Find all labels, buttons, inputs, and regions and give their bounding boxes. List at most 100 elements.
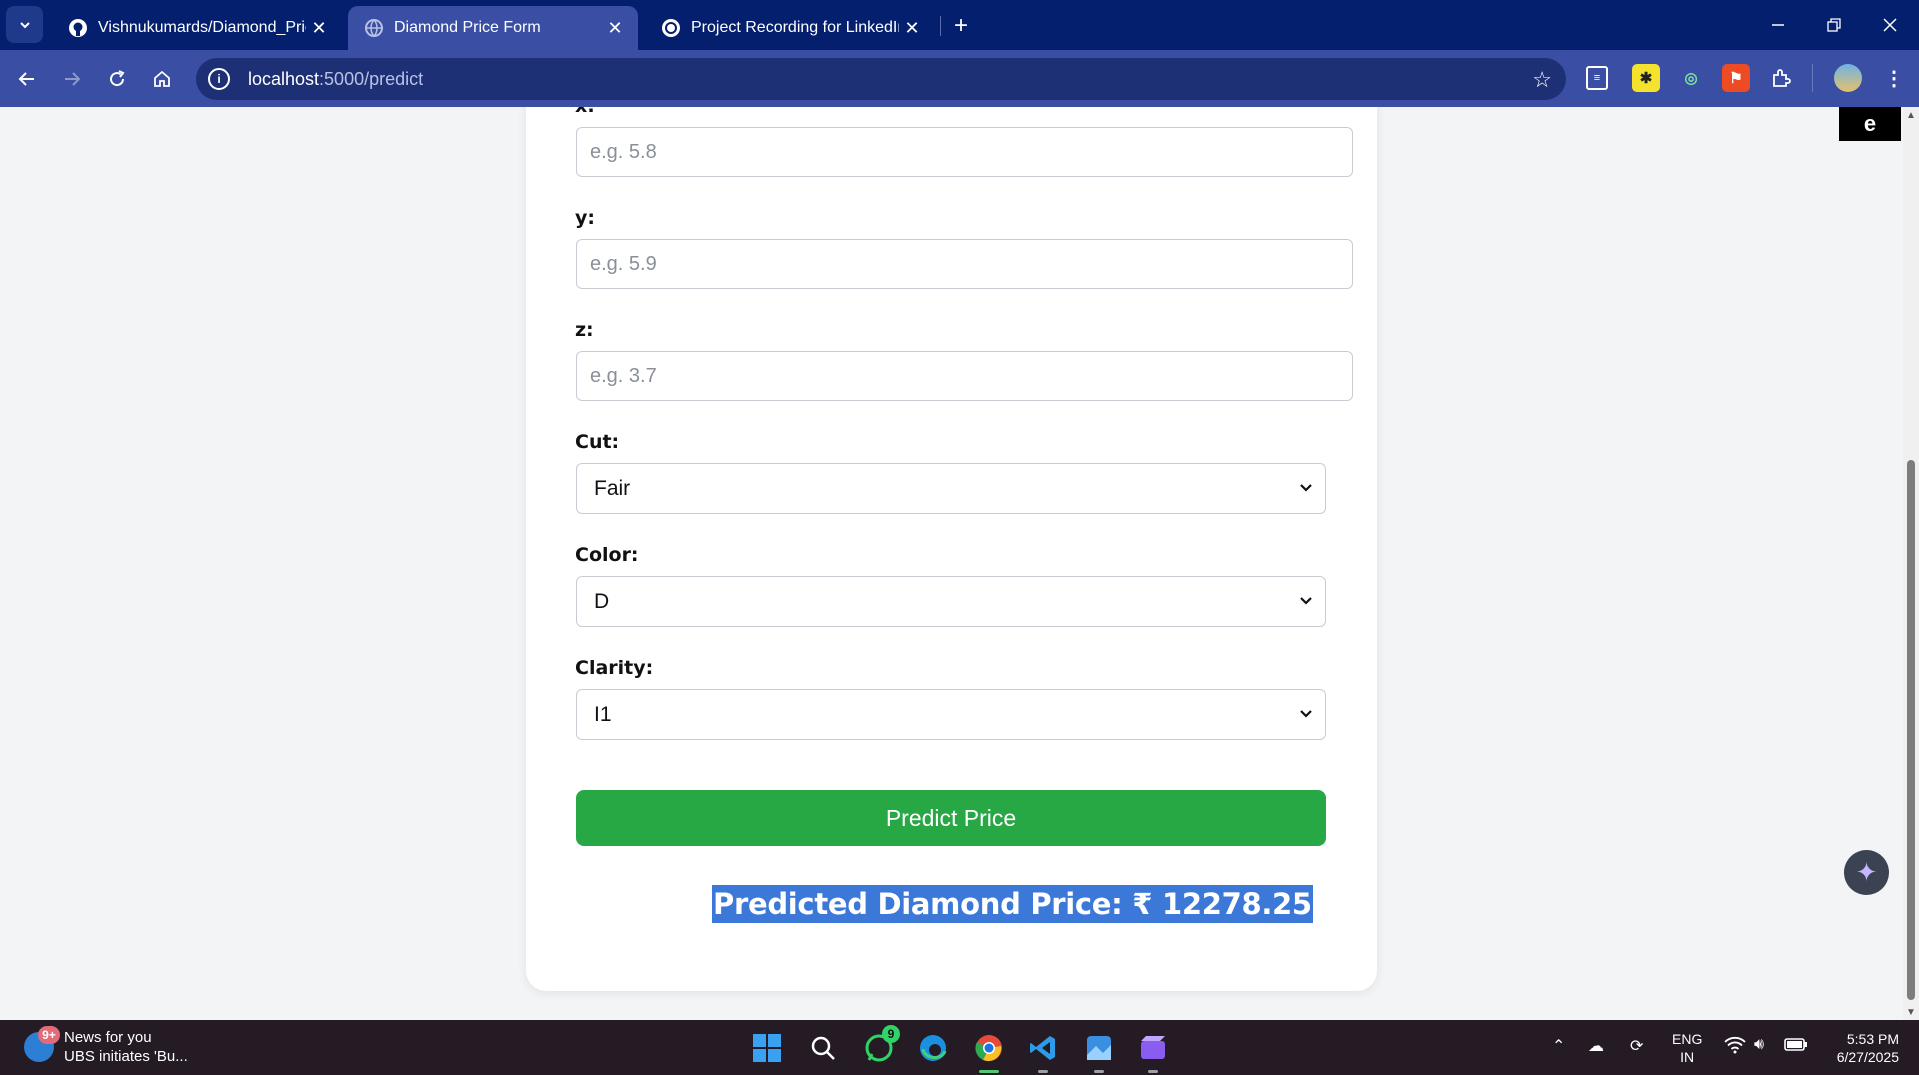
predict-price-button[interactable]: Predict Price [576,790,1326,846]
extension-sparkle-icon[interactable]: ✱ [1632,64,1660,92]
windows-logo-icon [753,1034,781,1062]
news-title: News for you [64,1029,152,1046]
chevron-down-icon [1300,597,1312,605]
system-clock[interactable]: 5:53 PM 6/27/2025 [1823,1030,1899,1066]
onedrive-icon[interactable]: ☁ [1588,1036,1604,1056]
tab-search-button[interactable] [6,6,43,43]
edge-icon [920,1035,947,1061]
close-icon[interactable]: ✕ [602,15,628,41]
back-button[interactable] [10,62,44,96]
active-app-indicator [979,1070,999,1073]
forward-button[interactable] [55,62,89,96]
url-text: localhost:5000/predict [248,69,423,90]
page-viewport: x: y: z: Cut: Fair Color: D Clarity: I1 … [0,107,1903,1020]
extension-recorder-icon[interactable]: ◎ [1677,64,1705,92]
arrow-right-icon [65,72,81,86]
wifi-icon[interactable] [1724,1036,1746,1059]
address-bar[interactable]: i localhost:5000/predict ☆ [196,58,1566,100]
window-close-button[interactable] [1862,0,1918,50]
color-label: Color: [575,544,639,566]
toolbar-separator [1812,64,1813,92]
tray-overflow-icon[interactable]: ⌃ [1552,1036,1565,1056]
github-icon [68,18,88,38]
copilot-sparkle-icon[interactable]: ✦ [1844,850,1889,895]
reload-icon [110,70,125,87]
running-app-indicator [1148,1070,1158,1073]
whatsapp-app[interactable]: 9 [860,1025,900,1067]
sync-icon[interactable]: ⟳ [1630,1036,1643,1056]
restore-button[interactable] [1806,0,1862,50]
close-icon[interactable]: ✕ [899,15,925,41]
clarity-select[interactable]: I1 [576,689,1326,740]
clock-date: 6/27/2025 [1836,1049,1899,1065]
arrow-left-icon [18,72,34,86]
reload-button[interactable] [100,62,134,96]
scroll-down-icon[interactable]: ▼ [1906,1007,1916,1018]
home-icon [154,70,170,87]
clipchamp-app[interactable] [1134,1029,1172,1073]
tab-github[interactable]: Vishnukumards/Diamond_Price ✕ [52,6,342,50]
scroll-up-icon[interactable]: ▲ [1906,110,1916,121]
globe-icon [364,18,384,38]
close-icon [1883,18,1897,32]
photos-app[interactable] [1080,1029,1118,1073]
tab-project-recording[interactable]: Project Recording for LinkedIn ✕ [645,6,935,50]
tab-title: Project Recording for LinkedIn [691,19,899,36]
chatgpt-icon [661,18,681,38]
chevron-down-icon [1300,484,1312,492]
windows-taskbar: 9+ News for you UBS initiates 'Bu... 9 ⌃… [0,1020,1919,1075]
cut-label: Cut: [575,431,620,453]
tab-diamond-price-form[interactable]: Diamond Price Form ✕ [348,6,638,50]
start-button[interactable] [748,1029,786,1067]
cut-select-value: Fair [594,476,631,500]
news-widget[interactable]: 9+ News for you UBS initiates 'Bu... [24,1026,188,1066]
whatsapp-badge: 9 [882,1025,900,1043]
browser-toolbar: i localhost:5000/predict ☆ ≡ ✱ ◎ ⚑ ⋮ [0,50,1919,107]
new-tab-button[interactable]: + [944,9,978,43]
site-info-icon[interactable]: i [208,68,230,90]
cut-select[interactable]: Fair [576,463,1326,514]
browser-tab-bar: Vishnukumards/Diamond_Price ✕ Diamond Pr… [0,0,1919,50]
news-subtitle: UBS initiates 'Bu... [64,1048,188,1065]
profile-avatar[interactable] [1834,64,1862,92]
y-input[interactable] [576,239,1353,289]
volume-icon[interactable]: 🔊︎ [1754,1036,1764,1054]
running-app-indicator [1094,1070,1104,1073]
browser-menu-icon[interactable]: ⋮ [1880,64,1908,92]
edge-app[interactable] [914,1029,952,1067]
tab-title: Diamond Price Form [394,19,541,36]
chrome-app[interactable] [970,1029,1008,1073]
news-badge: 9+ [38,1026,60,1044]
clarity-label: Clarity: [575,657,654,679]
vscode-app[interactable] [1024,1029,1062,1073]
x-input[interactable] [576,127,1353,177]
vscode-icon [1030,1036,1055,1060]
chevron-down-icon [19,21,30,28]
restore-icon [1827,18,1841,32]
predicted-price-result: Predicted Diamond Price: ₹ 12278.25 [712,885,1313,923]
color-select[interactable]: D [576,576,1326,627]
battery-icon[interactable] [1784,1036,1808,1057]
color-select-value: D [594,589,610,613]
page-scrollbar[interactable]: ▲ ▼ [1903,107,1919,1020]
chevron-down-icon [1300,710,1312,718]
bookmark-star-icon[interactable]: ☆ [1532,67,1552,93]
minimize-button[interactable] [1750,0,1806,50]
reader-mode-icon[interactable]: ≡ [1586,66,1608,90]
y-label: y: [575,207,595,229]
clarity-select-value: I1 [594,702,612,726]
scrollbar-thumb[interactable] [1907,460,1915,1000]
close-icon[interactable]: ✕ [306,15,332,41]
search-button[interactable] [804,1029,842,1067]
z-input[interactable] [576,351,1353,401]
url-path: :5000/predict [319,68,424,89]
language-indicator[interactable]: ENG IN [1672,1030,1702,1066]
extensions-puzzle-icon[interactable] [1767,64,1795,92]
home-button[interactable] [145,62,179,96]
minimize-icon [1772,24,1784,26]
extension-flag-icon[interactable]: ⚑ [1722,64,1750,92]
floating-extension-badge[interactable]: e [1839,107,1901,141]
chrome-icon [975,1035,1002,1062]
tab-title: Vishnukumards/Diamond_Price [98,19,306,36]
news-icon: 9+ [24,1026,60,1062]
